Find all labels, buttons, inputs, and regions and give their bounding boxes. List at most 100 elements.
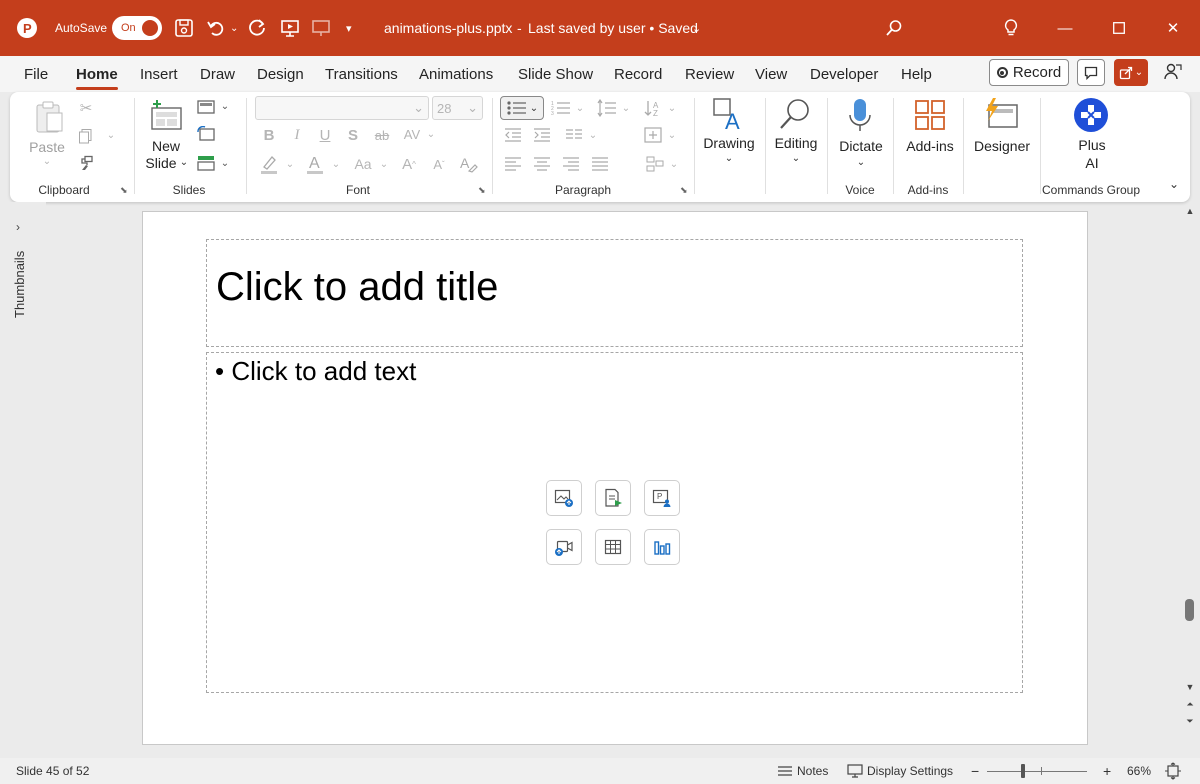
line-spacing-dropdown-icon[interactable]: ⌄ xyxy=(620,101,632,115)
tab-insert[interactable]: Insert xyxy=(140,56,178,92)
scroll-thumb[interactable] xyxy=(1185,599,1194,621)
increase-indent-icon[interactable] xyxy=(531,125,553,145)
insert-cameo-icon[interactable]: P xyxy=(644,480,680,516)
expand-thumbnails-chevron-icon[interactable]: › xyxy=(16,220,20,234)
justify-icon[interactable] xyxy=(589,154,611,174)
dictate-label[interactable]: Dictate xyxy=(839,137,883,155)
tab-home[interactable]: Home xyxy=(76,56,118,92)
share-button[interactable]: ⌄ xyxy=(1114,59,1148,86)
maximize-button[interactable] xyxy=(1096,0,1142,56)
numbering-icon[interactable]: 123 xyxy=(550,97,572,119)
insert-chart-icon[interactable] xyxy=(644,529,680,565)
font-size-dropdown[interactable]: 28 ⌄ xyxy=(432,96,483,120)
italic-icon[interactable]: I xyxy=(288,125,306,145)
insert-table-icon[interactable] xyxy=(595,529,631,565)
format-painter-icon[interactable] xyxy=(76,153,96,173)
insert-picture-icon[interactable] xyxy=(546,480,582,516)
designer-icon[interactable] xyxy=(982,96,1020,132)
content-placeholder[interactable]: • Click to add text P xyxy=(206,352,1023,693)
change-case-icon[interactable]: Aa xyxy=(350,153,376,175)
clear-formatting-icon[interactable]: A xyxy=(457,153,479,175)
next-slide-icon[interactable]: ⏷ xyxy=(1180,716,1200,727)
drawing-label[interactable]: Drawing xyxy=(703,134,754,152)
tab-review[interactable]: Review xyxy=(685,56,734,92)
save-status-chevron-icon[interactable]: ⌄ xyxy=(692,0,701,56)
text-direction-icon[interactable]: AZ xyxy=(642,97,664,119)
paste-dropdown-icon[interactable]: ⌄ xyxy=(39,154,55,168)
autosave-toggle[interactable]: On xyxy=(112,0,162,56)
customize-toolbar-icon[interactable]: ▾ xyxy=(346,0,352,56)
search-icon[interactable] xyxy=(885,0,903,56)
align-text-icon[interactable] xyxy=(642,125,664,145)
microphone-icon[interactable] xyxy=(846,96,874,136)
lightbulb-icon[interactable] xyxy=(1003,0,1019,56)
zoom-level[interactable]: 66% xyxy=(1127,758,1151,784)
zoom-slider-knob[interactable] xyxy=(1021,764,1025,778)
tab-file[interactable]: File xyxy=(24,56,48,92)
insert-video-icon[interactable] xyxy=(546,529,582,565)
character-spacing-dropdown-icon[interactable]: ⌄ xyxy=(425,127,437,141)
previous-slide-icon[interactable]: ⏶ xyxy=(1180,699,1200,710)
display-settings-button[interactable]: Display Settings xyxy=(847,758,953,784)
undo-dropdown-icon[interactable]: ⌄ xyxy=(230,0,238,56)
editing-search-icon[interactable] xyxy=(777,96,813,132)
new-slide-icon[interactable] xyxy=(148,98,184,132)
editing-dropdown-icon[interactable]: ⌄ xyxy=(790,152,802,164)
close-button[interactable]: ✕ xyxy=(1150,0,1196,56)
add-ins-icon[interactable] xyxy=(913,98,947,132)
section-dropdown-icon[interactable]: ⌄ xyxy=(219,157,231,169)
zoom-in-button[interactable]: + xyxy=(1103,758,1111,784)
plus-ai-icon[interactable] xyxy=(1072,96,1110,134)
align-left-icon[interactable] xyxy=(502,154,524,174)
tab-view[interactable]: View xyxy=(755,56,787,92)
strikethrough-icon[interactable]: ab xyxy=(371,125,393,145)
layout-dropdown-icon[interactable]: ⌄ xyxy=(219,100,231,112)
vertical-scrollbar[interactable]: ▲ ▼ ⏶ ⏷ xyxy=(1180,202,1200,758)
drawing-dropdown-icon[interactable]: ⌄ xyxy=(723,152,735,164)
columns-icon[interactable] xyxy=(563,125,585,145)
font-launcher-icon[interactable]: ⬊ xyxy=(478,185,486,196)
smartart-dropdown-icon[interactable]: ⌄ xyxy=(668,157,680,171)
change-case-dropdown-icon[interactable]: ⌄ xyxy=(378,157,390,171)
collapse-ribbon-chevron-icon[interactable]: ⌄ xyxy=(1166,176,1182,192)
slide-counter[interactable]: Slide 45 of 52 xyxy=(16,758,89,784)
new-slide-label-2[interactable]: Slide xyxy=(145,154,176,172)
character-spacing-icon[interactable]: AV xyxy=(400,123,424,145)
comments-button[interactable] xyxy=(1077,59,1105,86)
title-placeholder[interactable]: Click to add title xyxy=(206,239,1023,347)
coauthor-icon[interactable] xyxy=(1163,62,1183,85)
save-icon[interactable] xyxy=(174,0,194,56)
scroll-up-icon[interactable]: ▲ xyxy=(1180,206,1200,216)
tab-help[interactable]: Help xyxy=(901,56,932,92)
text-shadow-icon[interactable]: S xyxy=(344,125,362,145)
text-direction-dropdown-icon[interactable]: ⌄ xyxy=(666,101,678,115)
paragraph-launcher-icon[interactable]: ⬊ xyxy=(680,185,688,196)
highlight-icon[interactable] xyxy=(258,153,280,175)
font-color-dropdown-icon[interactable]: ⌄ xyxy=(330,157,342,171)
fit-to-window-icon[interactable] xyxy=(1164,758,1182,784)
bold-icon[interactable]: B xyxy=(260,125,278,145)
reset-icon[interactable] xyxy=(195,125,217,143)
new-slide-label[interactable]: New xyxy=(152,137,180,155)
align-right-icon[interactable] xyxy=(560,154,582,174)
align-center-icon[interactable] xyxy=(531,154,553,174)
tab-slide-show[interactable]: Slide Show xyxy=(518,56,593,92)
notes-button[interactable]: Notes xyxy=(777,758,828,784)
copy-dropdown-icon[interactable]: ⌄ xyxy=(105,128,117,142)
increase-font-size-icon[interactable]: A ^ xyxy=(398,153,420,175)
scroll-down-icon[interactable]: ▼ xyxy=(1180,682,1200,692)
cut-icon[interactable]: ✂ xyxy=(76,98,96,118)
smartart-icon[interactable] xyxy=(644,154,666,174)
tab-record[interactable]: Record xyxy=(614,56,662,92)
designer-label[interactable]: Designer xyxy=(974,137,1030,155)
align-text-dropdown-icon[interactable]: ⌄ xyxy=(666,128,678,142)
save-status[interactable]: Last saved by user • Saved xyxy=(528,0,698,56)
tab-developer[interactable]: Developer xyxy=(810,56,878,92)
zoom-slider-track[interactable] xyxy=(987,771,1087,772)
copy-icon[interactable] xyxy=(76,126,96,146)
present-from-start-icon[interactable] xyxy=(280,0,300,56)
editing-label[interactable]: Editing xyxy=(775,134,818,152)
paste-icon[interactable] xyxy=(32,100,66,134)
layout-icon[interactable] xyxy=(195,98,217,116)
insert-icons-icon[interactable] xyxy=(595,480,631,516)
